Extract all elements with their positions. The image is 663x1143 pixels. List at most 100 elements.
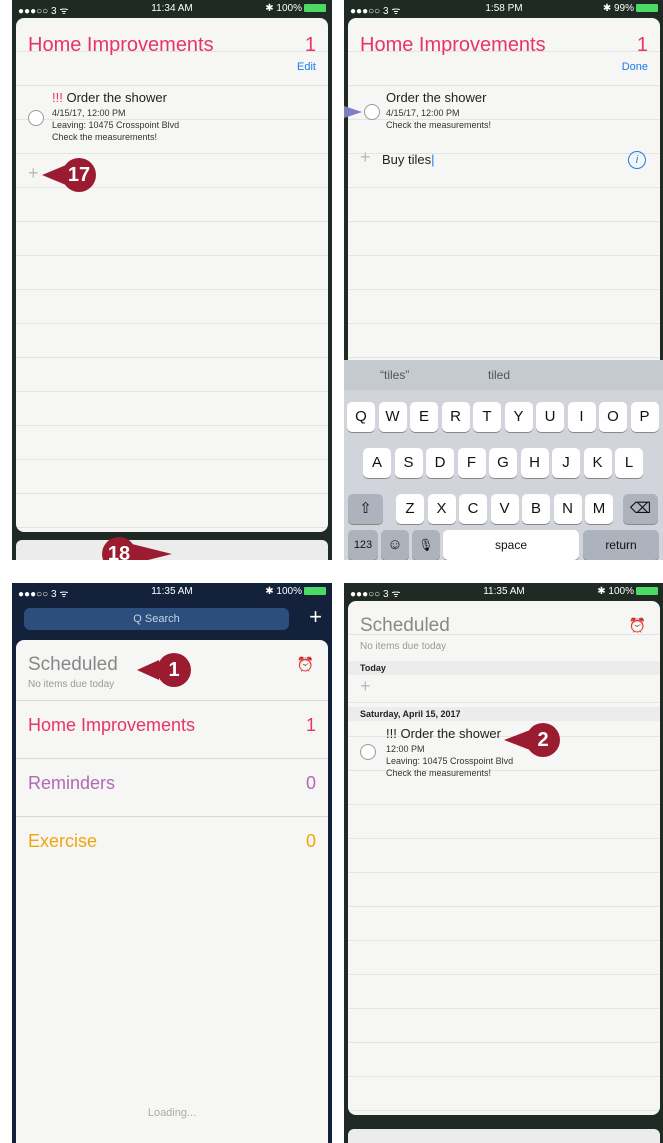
task-date: 4/15/17, 12:00 PM — [52, 108, 126, 118]
suggestion-2[interactable]: tiled — [488, 368, 510, 382]
new-item-input[interactable]: Buy tiles| — [382, 152, 435, 167]
bottom-list-tab[interactable] — [348, 1129, 660, 1143]
key-n[interactable]: N — [553, 494, 582, 524]
task-notes: Check the measurements! — [386, 768, 492, 778]
list-count: 0 — [305, 831, 316, 851]
key-f[interactable]: F — [457, 448, 486, 478]
key-g[interactable]: G — [489, 448, 517, 478]
key-p[interactable]: P — [630, 402, 659, 432]
shift-key[interactable]: ⇧ — [348, 494, 383, 524]
battery-indicator: ✱ 100% — [597, 586, 658, 597]
list-row[interactable]: Reminders 0 — [16, 758, 328, 817]
key-a[interactable]: A — [363, 448, 391, 478]
key-s[interactable]: S — [394, 448, 423, 478]
mic-key[interactable]: 🎙 — [412, 530, 440, 560]
add-list-plus-icon[interactable]: + — [309, 604, 322, 630]
screen-add-item: ●●●○○ 3 ᯤ 1:58 PM ✱ 99% Home Improvement… — [344, 0, 663, 560]
key-w[interactable]: W — [378, 402, 407, 432]
add-item-plus-icon[interactable]: + — [360, 676, 371, 697]
key-t[interactable]: T — [473, 402, 501, 432]
space-key[interactable]: space — [443, 530, 579, 560]
scheduled-title[interactable]: Scheduled — [28, 654, 118, 676]
list-count: 0 — [305, 773, 316, 793]
task-notes: Check the measurements! — [52, 132, 158, 142]
status-bar: ●●●○○ 3 ᯤ 11:35 AM ✱ 100% — [344, 583, 663, 601]
emoji-key[interactable]: ☺ — [381, 530, 409, 560]
list-card: Home Improvements 1 Edit !!! Order the s… — [16, 18, 328, 532]
complete-checkbox[interactable] — [364, 104, 380, 120]
today-header: Today — [348, 661, 660, 675]
list-count: 1 — [304, 34, 316, 56]
battery-indicator: ✱ 100% — [265, 586, 326, 597]
status-bar: ●●●○○ 3 ᯤ 1:58 PM ✱ 99% — [344, 0, 663, 18]
return-key[interactable]: return — [583, 530, 659, 560]
key-m[interactable]: M — [585, 494, 613, 524]
priority-marker: !!! — [52, 90, 63, 105]
edit-button[interactable]: Edit — [297, 61, 316, 73]
key-v[interactable]: V — [490, 494, 519, 524]
info-icon[interactable]: i — [628, 151, 646, 169]
list-row[interactable]: Home Improvements 1 — [16, 700, 328, 759]
date-header: Saturday, April 15, 2017 — [348, 707, 660, 721]
status-bar: ●●●○○ 3 ᯤ 11:34 AM ✱ 100% — [12, 0, 332, 18]
key-k[interactable]: K — [583, 448, 612, 478]
key-q[interactable]: Q — [347, 402, 375, 432]
task-date: 4/15/17, 12:00 PM — [386, 108, 460, 118]
lists-card: Scheduled No items due today ⏰ Home Impr… — [16, 640, 328, 1143]
add-item-plus-icon: + — [360, 147, 371, 167]
key-x[interactable]: X — [427, 494, 456, 524]
scheduled-card: Scheduled No items due today ⏰ Today + S… — [348, 601, 660, 1115]
key-c[interactable]: C — [459, 494, 487, 524]
key-u[interactable]: U — [536, 402, 564, 432]
task-title[interactable]: !!! Order the shower — [386, 726, 501, 741]
list-count: 1 — [305, 715, 316, 735]
key-e[interactable]: E — [410, 402, 438, 432]
task-details: 4/15/17, 12:00 PM Leaving: 10475 Crosspo… — [52, 107, 179, 143]
status-bar: ●●●○○ 3 ᯤ 11:35 AM ✱ 100% — [12, 583, 332, 601]
task-details: 4/15/17, 12:00 PM Check the measurements… — [386, 107, 491, 131]
screen-scheduled: ●●●○○ 3 ᯤ 11:35 AM ✱ 100% Scheduled No i… — [344, 583, 663, 1143]
list-name: Reminders — [28, 773, 116, 793]
key-o[interactable]: O — [599, 402, 627, 432]
complete-checkbox[interactable] — [360, 744, 376, 760]
screen-list-edit: ●●●○○ 3 ᯤ 11:34 AM ✱ 100% Home Improveme… — [12, 0, 332, 560]
task-title[interactable]: Order the shower — [386, 90, 486, 105]
list-title: Home Improvements — [28, 34, 214, 56]
scheduled-subtitle: No items due today — [360, 641, 447, 652]
key-j[interactable]: J — [552, 448, 580, 478]
task-time: 12:00 PM — [386, 744, 425, 754]
key-r[interactable]: R — [441, 402, 470, 432]
search-input[interactable]: Q Search — [24, 608, 289, 630]
scheduled-subtitle: No items due today — [28, 679, 115, 690]
suggestion-bar: “tiles” tiled — [344, 360, 663, 390]
key-d[interactable]: D — [426, 448, 454, 478]
list-title: Home Improvements — [360, 34, 546, 56]
list-name: Home Improvements — [28, 715, 196, 735]
key-i[interactable]: I — [567, 402, 596, 432]
keyboard: “tiles” tiled QWERTYUIOP ASDFGHJKL ZXCVB… — [344, 360, 663, 560]
task-details: 12:00 PM Leaving: 10475 Crosspoint Blvd … — [386, 743, 513, 779]
task-location: Leaving: 10475 Crosspoint Blvd — [386, 756, 514, 766]
battery-indicator: ✱ 100% — [265, 3, 326, 14]
scheduled-title: Scheduled — [360, 615, 450, 636]
key-b[interactable]: B — [522, 494, 550, 524]
bottom-list-tab[interactable] — [16, 540, 328, 560]
priority-marker: !!! — [386, 726, 397, 741]
add-item-plus-icon[interactable]: + — [28, 163, 39, 184]
suggestion-1[interactable]: “tiles” — [380, 368, 409, 382]
key-h[interactable]: H — [520, 448, 549, 478]
list-name: Exercise — [28, 831, 98, 851]
complete-checkbox[interactable] — [28, 110, 44, 126]
task-title[interactable]: !!! Order the shower — [52, 90, 167, 105]
key-y[interactable]: Y — [504, 402, 533, 432]
key-z[interactable]: Z — [396, 494, 424, 524]
key-l[interactable]: L — [615, 448, 643, 478]
alarm-clock-icon: ⏰ — [628, 617, 646, 633]
backspace-key[interactable]: ⌫ — [623, 494, 658, 524]
loading-label: Loading... — [147, 1107, 197, 1119]
screen-lists: ●●●○○ 3 ᯤ 11:35 AM ✱ 100% Q Search + Sch… — [12, 583, 332, 1143]
list-row[interactable]: Exercise 0 — [16, 816, 328, 875]
task-location: Leaving: 10475 Crosspoint Blvd — [52, 120, 180, 130]
done-button[interactable]: Done — [622, 61, 648, 73]
numbers-key[interactable]: 123 — [348, 530, 378, 560]
